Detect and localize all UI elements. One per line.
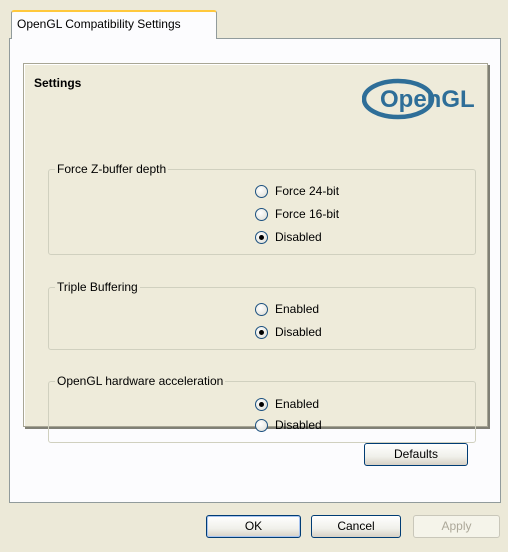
defaults-button[interactable]: Defaults bbox=[364, 443, 468, 466]
radio-zbuffer-disabled[interactable]: Disabled bbox=[255, 228, 322, 246]
tab-label: OpenGL Compatibility Settings bbox=[17, 17, 181, 31]
settings-heading: Settings bbox=[34, 76, 82, 90]
ok-button[interactable]: OK bbox=[206, 515, 301, 538]
opengl-logo: OpenGL bbox=[362, 78, 475, 120]
radio-force-16bit[interactable]: Force 16-bit bbox=[255, 205, 339, 223]
radio-button[interactable] bbox=[255, 302, 268, 316]
hw-acceleration-group: OpenGL hardware acceleration Enabled Dis… bbox=[48, 374, 476, 443]
tab-opengl-compatibility-settings[interactable]: OpenGL Compatibility Settings bbox=[11, 10, 217, 39]
radio-hwaccel-disabled[interactable]: Disabled bbox=[255, 416, 322, 434]
opengl-logo-text: OpenGL bbox=[380, 86, 475, 113]
cancel-button[interactable]: Cancel bbox=[311, 515, 401, 538]
radio-force-24bit[interactable]: Force 24-bit bbox=[255, 182, 339, 200]
radio-label: Disabled bbox=[275, 325, 322, 339]
settings-panel: Settings OpenGL Force Z-buffer depth For… bbox=[23, 63, 488, 443]
radio-label: Enabled bbox=[275, 397, 320, 411]
radio-hwaccel-enabled[interactable]: Enabled bbox=[255, 395, 319, 413]
apply-button[interactable]: Apply bbox=[413, 515, 500, 538]
hw-acceleration-legend: OpenGL hardware acceleration bbox=[55, 374, 226, 389]
radio-label: Force 16-bit bbox=[275, 207, 340, 221]
radio-label: Disabled bbox=[275, 230, 322, 244]
radio-button[interactable] bbox=[255, 325, 268, 339]
radio-triple-disabled[interactable]: Disabled bbox=[255, 323, 322, 341]
zbuffer-legend: Force Z-buffer depth bbox=[55, 162, 169, 177]
triple-buffering-legend: Triple Buffering bbox=[55, 280, 140, 295]
radio-button[interactable] bbox=[255, 230, 268, 244]
triple-buffering-group: Triple Buffering Enabled Disabled bbox=[48, 280, 476, 350]
radio-button[interactable] bbox=[255, 397, 268, 411]
radio-triple-enabled[interactable]: Enabled bbox=[255, 300, 319, 318]
radio-label: Disabled bbox=[275, 418, 322, 432]
radio-button[interactable] bbox=[255, 207, 268, 221]
tab-page: Settings OpenGL Force Z-buffer depth For… bbox=[9, 38, 501, 503]
zbuffer-group: Force Z-buffer depth Force 24-bit Force … bbox=[48, 162, 476, 255]
radio-label: Enabled bbox=[275, 302, 320, 316]
radio-label: Force 24-bit bbox=[275, 184, 340, 198]
radio-button[interactable] bbox=[255, 418, 268, 432]
radio-button[interactable] bbox=[255, 184, 268, 198]
